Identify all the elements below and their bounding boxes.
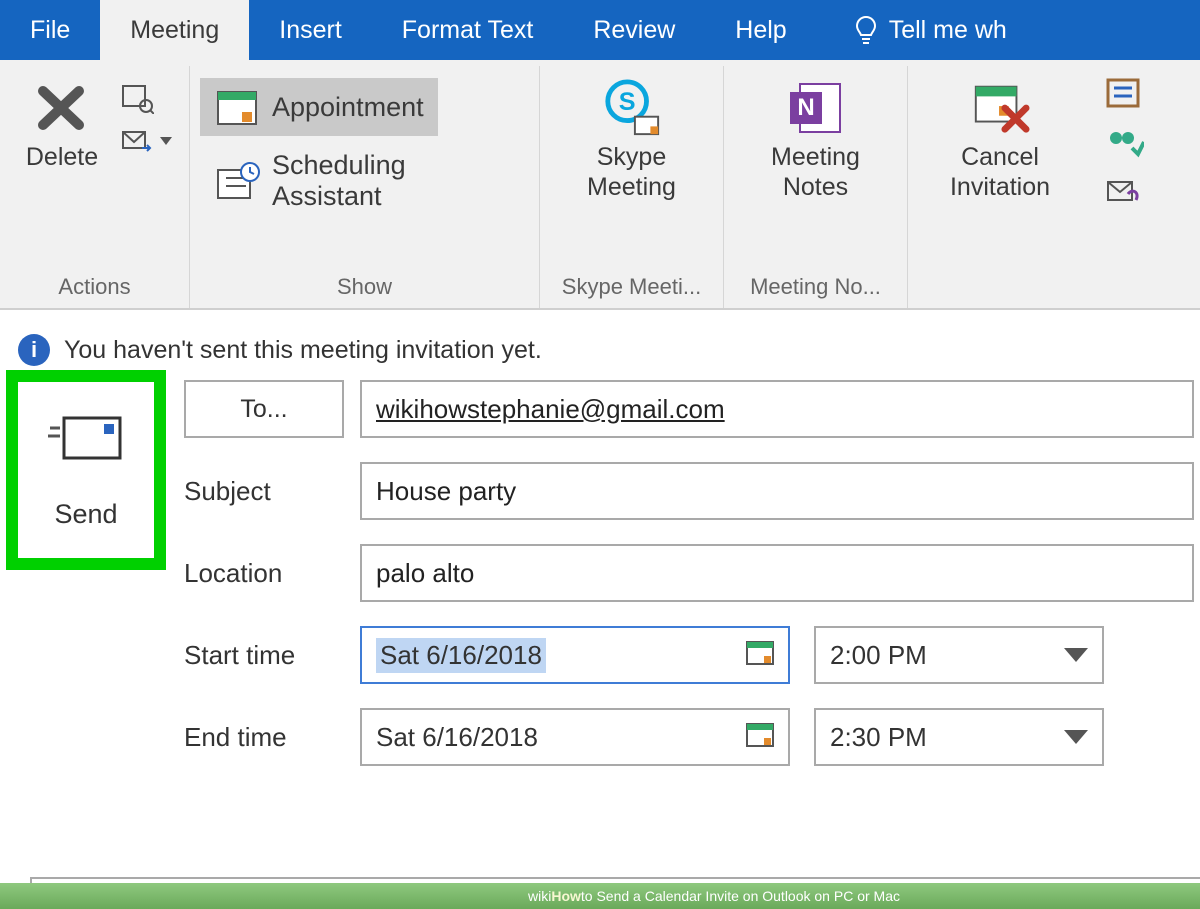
- appointment-label: Appointment: [272, 92, 424, 123]
- meeting-form: Send To... wikihowstephanie@gmail.com Su…: [0, 376, 1200, 766]
- notice-bar: i You haven't sent this meeting invitati…: [0, 310, 1200, 376]
- end-time-label: End time: [184, 708, 344, 766]
- group-notes: N Meeting Notes Meeting No...: [724, 66, 908, 308]
- location-input[interactable]: palo alto: [360, 544, 1194, 602]
- address-book-icon[interactable]: [1104, 76, 1144, 110]
- group-skype-label: Skype Meeti...: [550, 270, 713, 306]
- subject-value: House party: [376, 476, 516, 507]
- skype-meeting-button[interactable]: S Skype Meeting: [562, 72, 702, 202]
- wikihow-watermark: wikiHow to Send a Calendar Invite on Out…: [0, 883, 1200, 909]
- onenote-icon: N: [786, 78, 846, 138]
- calendar-search-button[interactable]: [120, 80, 172, 114]
- scheduling-assistant-button[interactable]: Scheduling Assistant: [200, 144, 529, 218]
- group-show-label: Show: [200, 270, 529, 306]
- response-options-icon[interactable]: [1104, 176, 1144, 210]
- notice-text: You haven't sent this meeting invitation…: [64, 336, 542, 365]
- subject-label: Subject: [184, 462, 344, 520]
- send-envelope-icon: [48, 410, 124, 471]
- to-button[interactable]: To...: [184, 380, 344, 438]
- location-label: Location: [184, 544, 344, 602]
- send-button[interactable]: Send: [6, 370, 166, 570]
- send-label: Send: [54, 499, 117, 530]
- cancel-line2: Invitation: [950, 172, 1050, 202]
- ribbon-tabs: File Meeting Insert Format Text Review H…: [0, 0, 1200, 60]
- delete-x-icon: [32, 78, 92, 138]
- to-input[interactable]: wikihowstephanie@gmail.com: [360, 380, 1194, 438]
- start-date-picker[interactable]: Sat 6/16/2018: [360, 626, 790, 684]
- start-date-value: Sat 6/16/2018: [376, 638, 546, 673]
- skype-line1: Skype: [587, 142, 676, 172]
- lightbulb-icon: [853, 15, 879, 45]
- appointment-view-button[interactable]: Appointment: [200, 78, 438, 136]
- group-actions: Delete Actions: [0, 66, 190, 308]
- calendar-search-icon: [120, 80, 154, 114]
- location-value: palo alto: [376, 558, 474, 589]
- end-time-dropdown[interactable]: 2:30 PM: [814, 708, 1104, 766]
- notes-line2: Notes: [771, 172, 860, 202]
- info-icon: i: [18, 334, 50, 366]
- cancel-invitation-button[interactable]: Cancel Invitation: [930, 72, 1070, 202]
- end-date-value: Sat 6/16/2018: [376, 722, 538, 753]
- svg-text:S: S: [618, 88, 635, 116]
- svg-text:N: N: [797, 94, 814, 121]
- end-date-picker[interactable]: Sat 6/16/2018: [360, 708, 790, 766]
- group-cancel: Cancel Invitation: [908, 66, 1092, 308]
- delete-button[interactable]: Delete: [10, 72, 114, 172]
- tab-meeting[interactable]: Meeting: [100, 0, 249, 60]
- skype-icon: S: [602, 78, 662, 138]
- group-skype: S Skype Meeting Skype Meeti...: [540, 66, 724, 308]
- scheduling-icon: [214, 158, 260, 204]
- footer-prefix: wiki: [528, 888, 551, 904]
- start-time-label: Start time: [184, 626, 344, 684]
- tab-insert[interactable]: Insert: [249, 0, 372, 60]
- notes-line1: Meeting: [771, 142, 860, 172]
- tab-format-text[interactable]: Format Text: [372, 0, 564, 60]
- chevron-down-icon: [1064, 730, 1088, 744]
- scheduling-label: Scheduling Assistant: [272, 150, 515, 212]
- tab-review[interactable]: Review: [563, 0, 705, 60]
- forward-menu[interactable]: [120, 124, 172, 158]
- tell-me-text: Tell me wh: [889, 16, 1007, 45]
- start-time-dropdown[interactable]: 2:00 PM: [814, 626, 1104, 684]
- appointment-icon: [214, 84, 260, 130]
- ribbon-more-icons: [1092, 66, 1152, 308]
- footer-rest: to Send a Calendar Invite on Outlook on …: [581, 888, 900, 904]
- footer-how: How: [551, 888, 581, 904]
- tell-me-search[interactable]: Tell me wh: [823, 0, 1037, 60]
- group-notes-label: Meeting No...: [734, 270, 897, 306]
- group-actions-label: Actions: [10, 270, 179, 306]
- group-cancel-label: [918, 270, 1082, 306]
- calendar-icon: [744, 718, 776, 757]
- skype-line2: Meeting: [587, 172, 676, 202]
- to-value: wikihowstephanie@gmail.com: [376, 394, 725, 425]
- chevron-down-icon: [160, 137, 172, 145]
- cancel-invitation-icon: [970, 78, 1030, 138]
- subject-input[interactable]: House party: [360, 462, 1194, 520]
- cancel-line1: Cancel: [950, 142, 1050, 172]
- end-time-value: 2:30 PM: [830, 722, 927, 753]
- tab-help[interactable]: Help: [705, 0, 816, 60]
- calendar-icon: [744, 636, 776, 675]
- start-time-value: 2:00 PM: [830, 640, 927, 671]
- delete-label: Delete: [26, 142, 98, 172]
- envelope-forward-icon: [120, 124, 154, 158]
- tab-file[interactable]: File: [0, 0, 100, 60]
- group-show: Appointment Scheduling Assistant Show: [190, 66, 540, 308]
- meeting-notes-button[interactable]: N Meeting Notes: [746, 72, 886, 202]
- check-names-icon[interactable]: [1104, 126, 1144, 160]
- chevron-down-icon: [1064, 648, 1088, 662]
- ribbon: Delete Actions Appointment Sche: [0, 60, 1200, 310]
